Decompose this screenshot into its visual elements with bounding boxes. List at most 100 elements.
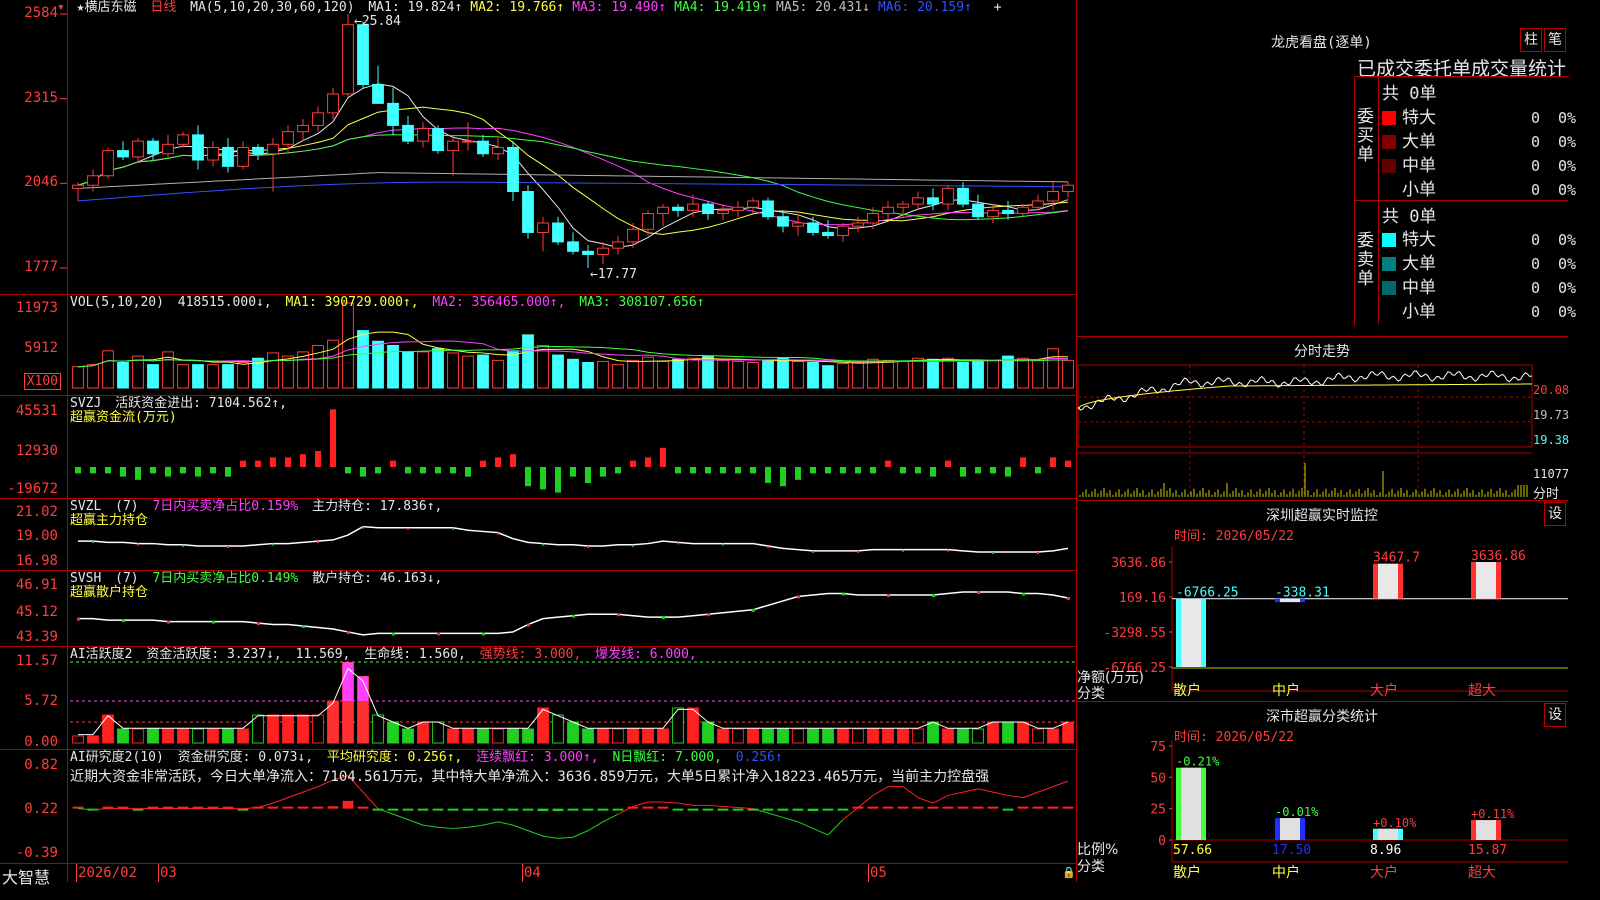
res-y-tick: 0.82 bbox=[24, 757, 58, 773]
candle-body bbox=[162, 143, 174, 155]
ai-bar bbox=[132, 728, 144, 744]
ai-bar bbox=[912, 728, 924, 744]
svsh-marker bbox=[707, 613, 710, 617]
candle-body bbox=[87, 175, 99, 186]
sz-monitor-chart[interactable]: 3636.86169.16-3298.55-6766.25-6766.25散户-… bbox=[1076, 501, 1568, 701]
res-bar bbox=[1017, 806, 1029, 809]
szm-value-label: 3636.86 bbox=[1471, 549, 1526, 564]
candle-body bbox=[252, 146, 264, 155]
svzj-bar bbox=[825, 467, 831, 474]
svzl-marker bbox=[902, 549, 904, 552]
svzj-y-tick: -19672 bbox=[7, 481, 58, 497]
ai-bar bbox=[432, 721, 444, 744]
candle-body bbox=[222, 146, 234, 167]
res-bar bbox=[807, 808, 819, 812]
svsh-line bbox=[78, 591, 1069, 636]
vol-bar bbox=[807, 362, 819, 389]
candle-body bbox=[537, 222, 549, 233]
ma-value-4: MA4: 19.419↑ bbox=[674, 0, 769, 15]
szs-value-label: 15.87 bbox=[1468, 843, 1507, 858]
ai-bar bbox=[852, 728, 864, 744]
buy-pct: 0% bbox=[1557, 181, 1576, 199]
kline-panel: ←25.84 ←17.77 ▾ ★横店东磁 日线 MA(5,10,20,30,60… bbox=[0, 0, 1076, 295]
svzl-marker bbox=[182, 544, 184, 547]
sell-name: 特大 bbox=[1402, 230, 1436, 250]
res-line-seg bbox=[452, 826, 469, 829]
stock-title[interactable]: ★横店东磁 bbox=[77, 0, 137, 15]
svzj-bar bbox=[930, 467, 936, 477]
research-chart[interactable] bbox=[0, 750, 1076, 863]
svzl-marker bbox=[632, 544, 634, 547]
vol-ma2: MA2: 356465.000↑, bbox=[432, 295, 566, 310]
ai-bar bbox=[642, 728, 654, 744]
svzj-bar bbox=[810, 467, 816, 474]
bar-mode-button[interactable]: 柱 bbox=[1520, 28, 1542, 52]
res-bar bbox=[1062, 806, 1074, 809]
res-line-seg bbox=[587, 821, 604, 832]
svsh-marker bbox=[437, 632, 440, 636]
ai-bar bbox=[687, 707, 699, 744]
svzj-bar bbox=[900, 467, 906, 474]
x-axis-tick bbox=[522, 864, 523, 882]
svsh-marker bbox=[212, 620, 215, 624]
szs-value-label: 8.96 bbox=[1370, 843, 1401, 858]
vol-unit-box: X100 bbox=[23, 373, 61, 390]
szs-bar-highlight bbox=[1378, 828, 1398, 840]
svzl-y-tick: 16.98 bbox=[15, 553, 58, 569]
kline-chart[interactable]: ←25.84 ←17.77 bbox=[0, 0, 1076, 294]
candle-body bbox=[597, 247, 609, 255]
svzj-bar bbox=[675, 467, 681, 474]
vol-bar bbox=[702, 355, 714, 389]
svzj-bar bbox=[165, 467, 171, 477]
lhb-mid-line bbox=[1354, 200, 1568, 201]
svsh-marker bbox=[572, 614, 575, 618]
res-bar bbox=[912, 806, 924, 809]
buy-swatch bbox=[1382, 111, 1396, 125]
sell-total: 共 0单 bbox=[1382, 207, 1437, 227]
vol-bar bbox=[747, 362, 759, 389]
candle-body bbox=[702, 203, 714, 215]
ai-desc3: 生命线: 1.560, bbox=[364, 647, 466, 662]
svzj-bar bbox=[465, 467, 471, 477]
sz-stats-chart[interactable]: 75 50 25 0 -0.21% 57.66 散户 -0.01% 17.50 中户 +0.10% 8… bbox=[1076, 702, 1568, 882]
ai-desc1: 资金活跃度: 3.237↓, bbox=[146, 647, 282, 662]
intraday-chart[interactable] bbox=[1076, 337, 1568, 500]
ai-bar bbox=[327, 700, 339, 744]
candle-body bbox=[792, 222, 804, 227]
res-line-seg bbox=[602, 813, 619, 823]
svzl-marker bbox=[677, 542, 679, 545]
svsh-marker bbox=[1067, 596, 1070, 600]
res-desc2: 平均研究度: 0.256↑, bbox=[326, 750, 463, 765]
svzj-bar bbox=[840, 467, 846, 474]
res-bar bbox=[702, 808, 714, 811]
ma-value-2: MA2: 19.766↑ bbox=[470, 0, 565, 15]
res-line-seg bbox=[767, 812, 784, 818]
ma-value-5: MA5: 20.431↓ bbox=[776, 0, 870, 15]
buy-row: 特大 0 0% bbox=[1382, 103, 1576, 128]
svsh-marker bbox=[167, 620, 170, 624]
res-bar bbox=[597, 808, 609, 811]
res-line-seg bbox=[797, 821, 814, 829]
res-line-seg bbox=[1022, 791, 1039, 799]
svsh-desc3: 散户持仓: 46.163↓, bbox=[312, 571, 443, 586]
intraday-tick-3: 19.38 bbox=[1533, 433, 1570, 447]
candle-body bbox=[177, 134, 189, 145]
vol-bar bbox=[417, 351, 429, 389]
res-bar bbox=[477, 808, 489, 811]
sell-pct: 0% bbox=[1557, 231, 1576, 249]
szm-y-tick: -3298.55 bbox=[1103, 626, 1166, 641]
svzj-bar bbox=[315, 451, 321, 467]
svsh-marker bbox=[77, 617, 80, 621]
candle-body bbox=[402, 124, 414, 142]
res-line-seg bbox=[947, 791, 964, 796]
ai-bar bbox=[417, 721, 429, 744]
candle-body bbox=[387, 102, 399, 126]
svsh-marker bbox=[752, 608, 755, 612]
period-label[interactable]: 日线 bbox=[150, 0, 176, 15]
svzj-sub: 超赢资金流(万元) bbox=[70, 410, 177, 425]
vol-chart[interactable] bbox=[0, 295, 1076, 395]
tick-mode-button[interactable]: 笔 bbox=[1544, 28, 1566, 52]
ai-activity-chart[interactable] bbox=[0, 647, 1076, 749]
buy-row: 小单 0 0% bbox=[1382, 175, 1576, 200]
svzj-label: SVZJ bbox=[70, 396, 102, 411]
